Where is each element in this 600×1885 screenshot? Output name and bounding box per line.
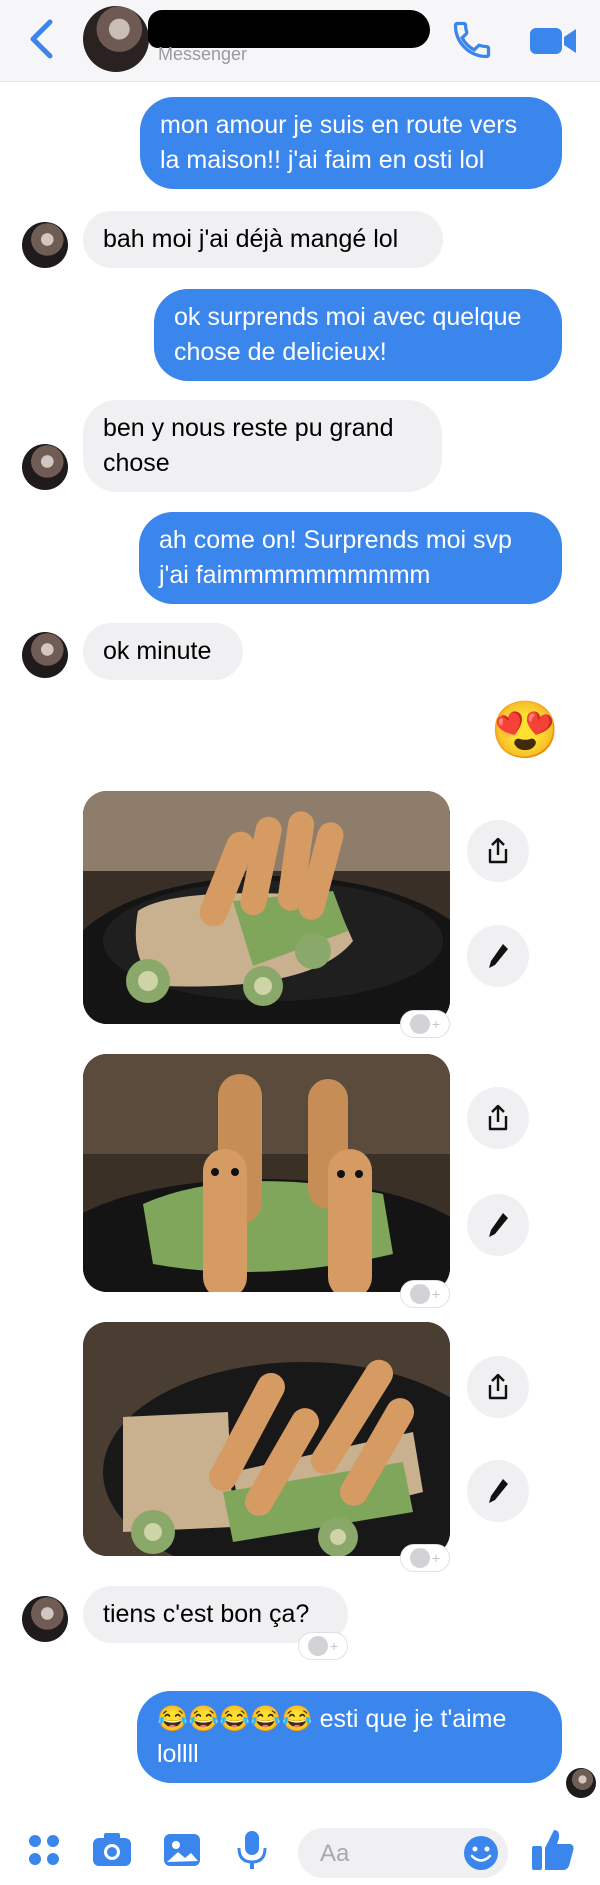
message-text-line: chose de delicieux! [174,338,387,366]
message-text-line: la maison!! j'ai faim en osti lol [160,146,485,174]
hotdog-car-photo-3[interactable] [83,1322,450,1556]
add-reaction-button[interactable]: + [400,1010,450,1038]
hotdog-car-photo-2[interactable] [83,1054,450,1292]
pencil-icon [489,1213,508,1237]
redacted-contact-name [148,10,430,48]
message-bubble-outgoing[interactable]: mon amour je suis en route vers la maiso… [140,97,562,189]
message-text-line: lollll [157,1740,199,1768]
pencil-icon [489,1479,508,1503]
heart-eyes-emoji-message[interactable]: 😍 [490,700,560,760]
message-text-line: bah moi j'ai déjà mangé lol [103,225,399,253]
pencil-icon [489,944,508,968]
header-subtitle: Messenger [158,44,248,64]
plus-icon: + [431,1286,441,1302]
phone-icon[interactable] [450,18,494,62]
message-bubble-outgoing[interactable]: ok surprends moi avec quelque chose de d… [154,289,562,381]
edit-button[interactable] [467,1460,529,1522]
share-icon [488,1373,508,1400]
message-text-line: 😂😂😂😂😂 esti que je t'aime [157,1705,507,1733]
video-camera-icon[interactable] [528,20,578,60]
message-bubble-incoming[interactable]: ben y nous reste pu grand chose [83,400,442,492]
plus-icon: + [431,1550,441,1566]
contact-avatar-small [22,1596,68,1642]
message-text-line: j'ai faimmmmmmmmmm [159,561,431,589]
gallery-icon[interactable] [158,1826,206,1874]
share-button[interactable] [467,1087,529,1149]
add-reaction-button[interactable]: + [400,1280,450,1308]
message-input[interactable]: Aa [298,1828,508,1878]
share-button[interactable] [467,820,529,882]
contact-avatar-small [22,222,68,268]
microphone-icon[interactable] [228,1826,276,1874]
reaction-face-icon [409,1548,430,1568]
reaction-face-icon [409,1014,430,1034]
chat-header: Messenger [0,0,600,82]
share-button[interactable] [467,1356,529,1418]
share-icon [488,837,508,864]
edit-button[interactable] [467,925,529,987]
message-text-line: ben y nous reste pu grand [103,414,394,442]
add-reaction-button[interactable]: + [400,1544,450,1572]
message-bubble-incoming[interactable]: ok minute [83,623,243,680]
plus-icon: + [431,1016,441,1032]
hotdog-car-photo-1[interactable] [83,791,450,1024]
plus-icon: + [329,1638,339,1654]
camera-icon[interactable] [88,1826,136,1874]
emoji-icon[interactable] [462,1834,500,1872]
add-reaction-button[interactable]: + [298,1632,348,1660]
contact-avatar-small [22,444,68,490]
back-chevron-icon[interactable] [24,16,58,62]
composer-bar: Aa [0,1818,600,1885]
message-text-line: mon amour je suis en route vers [160,111,518,139]
message-text-line: ok minute [103,637,212,665]
reaction-face-icon [409,1284,430,1304]
message-text-line: ok surprends moi avec quelque [174,303,522,331]
contact-avatar[interactable] [83,6,149,72]
message-text-line: tiens c'est bon ça? [103,1600,310,1628]
message-text-line: chose [103,449,170,477]
reaction-face-icon [307,1636,328,1656]
message-bubble-outgoing[interactable]: ah come on! Surprends moi svp j'ai faimm… [139,512,562,604]
share-icon [488,1104,508,1131]
message-input-placeholder: Aa [320,1840,350,1867]
message-bubble-outgoing[interactable]: 😂😂😂😂😂 esti que je t'aime lollll [137,1691,562,1783]
apps-grid-icon[interactable] [20,1826,68,1874]
message-bubble-incoming[interactable]: bah moi j'ai déjà mangé lol [83,211,443,268]
thumbs-up-icon[interactable] [528,1824,578,1874]
message-text-line: ah come on! Surprends moi svp [159,526,512,554]
edit-button[interactable] [467,1194,529,1256]
seen-receipt-avatar [566,1768,596,1798]
contact-avatar-small [22,632,68,678]
